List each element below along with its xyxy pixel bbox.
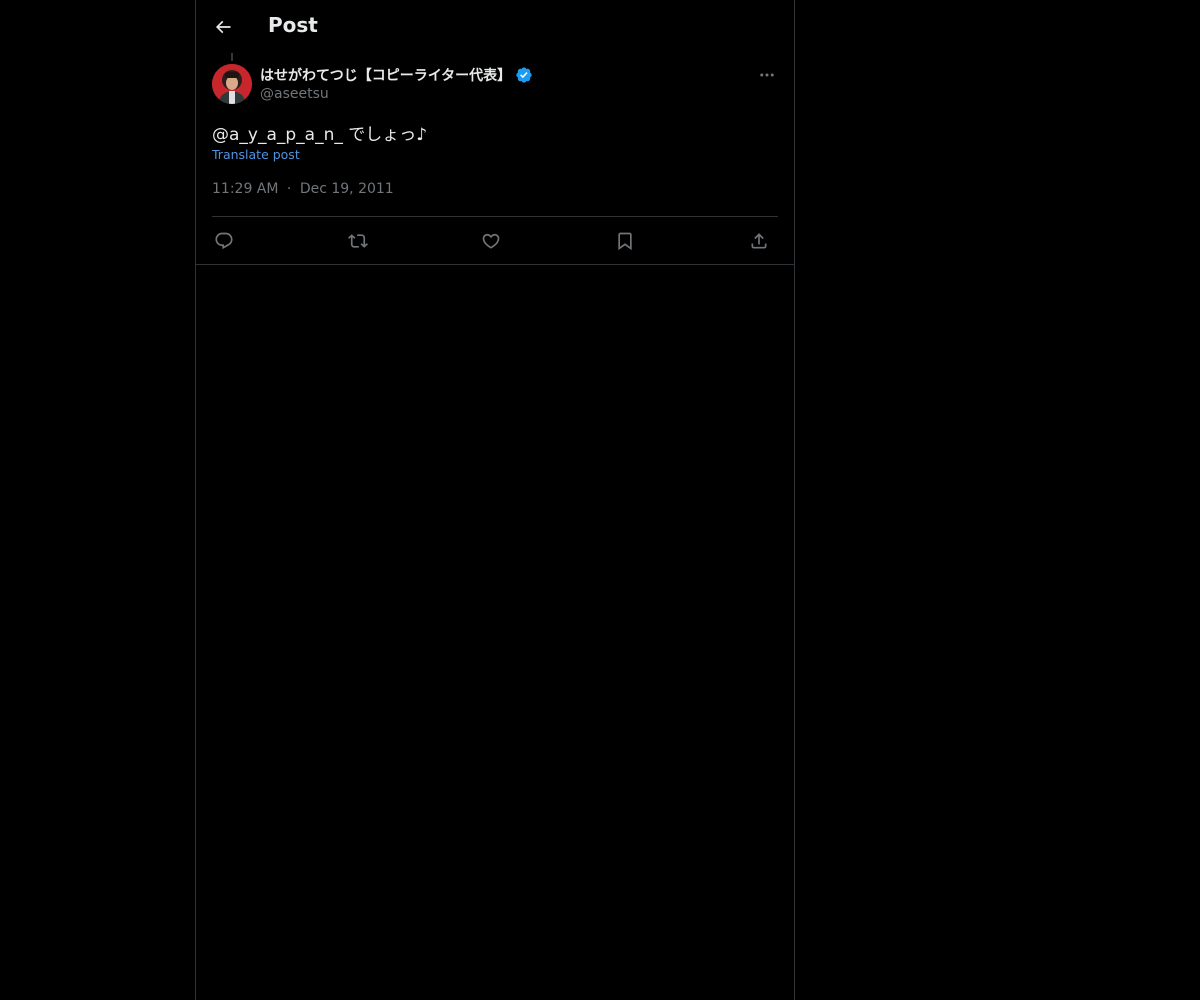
heart-icon: [482, 233, 500, 249]
mention-link[interactable]: @a_y_a_p_a_n_: [212, 125, 343, 145]
arrow-left-icon: [215, 20, 231, 34]
author-display-name[interactable]: はせがわてつじ【コピーライター代表】: [260, 65, 511, 85]
post-header: Post: [196, 0, 794, 53]
translate-post-link[interactable]: Translate post: [212, 147, 300, 162]
like-button[interactable]: [479, 229, 503, 253]
verified-badge-icon[interactable]: [515, 66, 533, 84]
post-column: Post はせがわてつじ【コピーライター代表】 @aseetsu @a_y_a_…: [195, 0, 795, 1000]
repost-icon: [348, 234, 368, 248]
share-button[interactable]: [747, 229, 771, 253]
action-bar: [212, 217, 778, 264]
tweet-text: @a_y_a_p_a_n_ でしょっ♪: [212, 120, 427, 145]
avatar[interactable]: [212, 64, 252, 104]
avatar-image: [212, 64, 252, 104]
post-time[interactable]: 11:29 AM: [212, 181, 278, 197]
bookmark-icon: [618, 232, 632, 251]
share-icon: [751, 233, 767, 249]
timestamp-separator: ·: [286, 181, 292, 197]
more-options-button[interactable]: [756, 66, 778, 84]
post-date[interactable]: Dec 19, 2011: [300, 181, 394, 197]
thread-connector-line: [231, 53, 233, 61]
tweet-bottom-border: [196, 264, 794, 265]
repost-button[interactable]: [346, 229, 370, 253]
bookmark-button[interactable]: [613, 229, 637, 253]
author-info: はせがわてつじ【コピーライター代表】 @aseetsu: [260, 65, 740, 102]
name-row: はせがわてつじ【コピーライター代表】: [260, 65, 740, 85]
page-title: Post: [268, 13, 318, 37]
back-button[interactable]: [208, 9, 238, 45]
tweet-body: でしょっ♪: [342, 125, 428, 145]
reply-icon: [215, 232, 233, 250]
author-handle[interactable]: @aseetsu: [260, 86, 740, 102]
more-horizontal-icon: [760, 73, 774, 77]
timestamp-row: 11:29 AM · Dec 19, 2011: [212, 181, 394, 197]
reply-button[interactable]: [212, 229, 236, 253]
